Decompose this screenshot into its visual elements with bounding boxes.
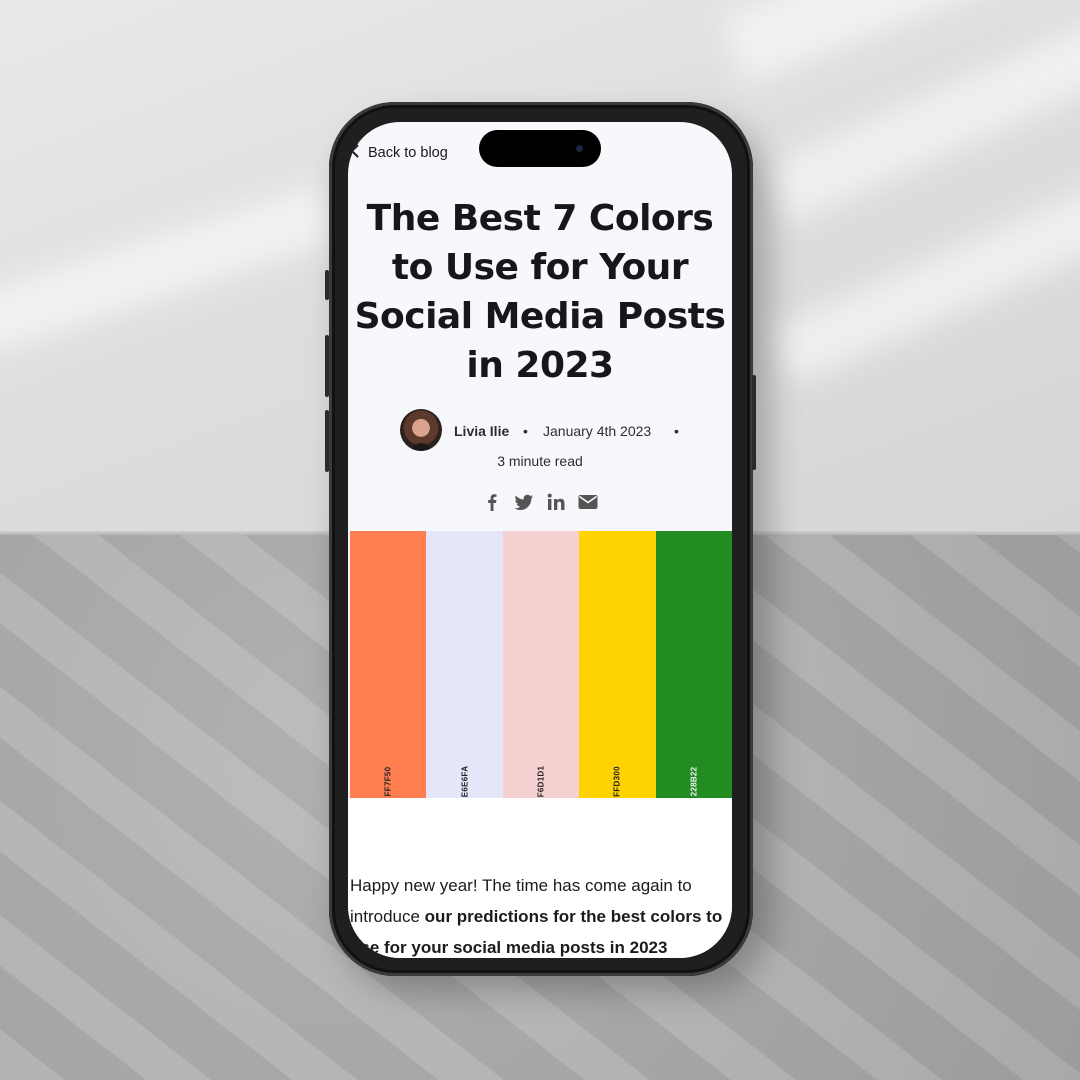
color-swatch: FFD300 (579, 531, 656, 798)
article-body: Happy new year! The time has come again … (348, 798, 732, 958)
title-line: The Best 7 Colors (366, 198, 714, 239)
separator-dot: • (523, 423, 528, 439)
swatch-code: E6E6FA (460, 765, 470, 798)
color-swatch: FF7F50 (350, 531, 427, 798)
intro-paragraph: Happy new year! The time has come again … (350, 870, 730, 958)
swatch-code: FFD300 (612, 766, 622, 797)
read-time: 3 minute read (497, 453, 583, 469)
color-swatch: E6E6FA (426, 531, 503, 798)
email-icon[interactable] (577, 491, 599, 513)
swatch-code: FF7F50 (383, 766, 393, 797)
dynamic-island (479, 130, 601, 167)
twitter-icon[interactable] (513, 491, 535, 513)
post-title: The Best 7 Colors to Use for Your Social… (348, 194, 732, 390)
author-avatar[interactable] (400, 409, 442, 451)
phone-screen: Back to blog The Best 7 Colors to Use fo… (348, 122, 732, 958)
linkedin-icon[interactable] (545, 491, 567, 513)
volume-down-button (325, 410, 329, 472)
title-line: Social Media Posts (354, 296, 726, 337)
back-label: Back to blog (368, 145, 448, 161)
title-line: to Use for Your (391, 247, 689, 288)
post-meta: Livia Ilie • January 4th 2023 • 3 minute… (348, 409, 732, 489)
color-swatch: 228B22 (655, 531, 732, 798)
camera-icon (576, 145, 583, 152)
facebook-icon[interactable] (481, 491, 503, 513)
chevron-left-icon (350, 144, 362, 162)
action-button (325, 270, 329, 300)
share-bar (348, 489, 732, 515)
post-date: January 4th 2023 (543, 423, 652, 439)
back-to-blog-link[interactable]: Back to blog (350, 144, 448, 162)
power-button (752, 375, 756, 470)
color-swatch: F6D1D1 (502, 531, 580, 798)
title-line: in 2023 (466, 345, 614, 386)
author-name[interactable]: Livia Ilie (454, 423, 509, 439)
separator-dot: • (674, 423, 679, 439)
color-palette-image: FF7F50 E6E6FA F6D1D1 FFD300 228B22 (350, 531, 732, 798)
volume-up-button (325, 335, 329, 397)
swatch-code: 228B22 (689, 766, 699, 797)
swatch-code: F6D1D1 (536, 765, 546, 798)
